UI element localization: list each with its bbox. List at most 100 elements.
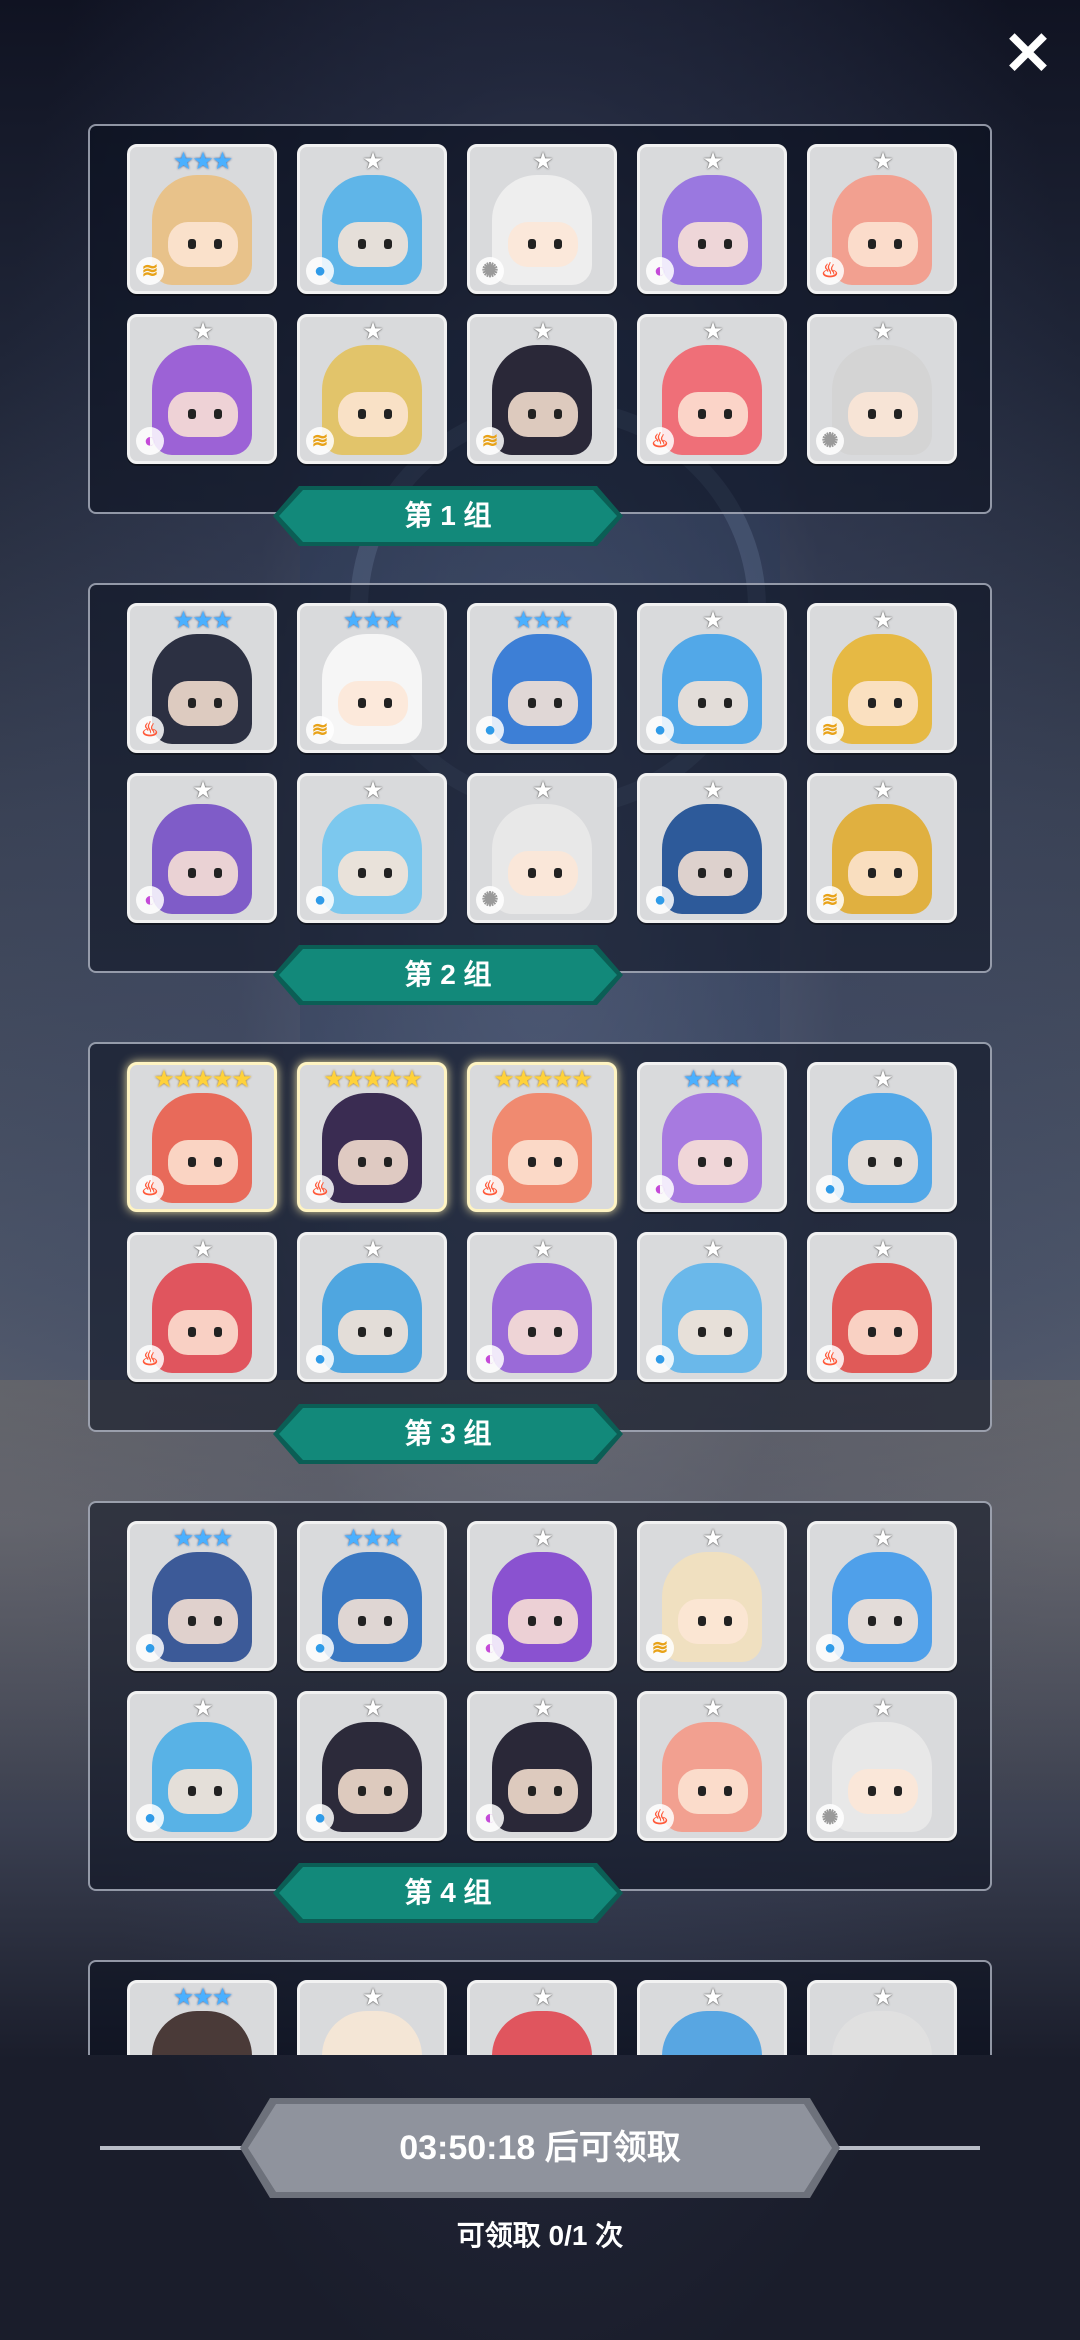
hero-face <box>168 681 238 726</box>
hero-card[interactable]: ★★★ ● <box>297 1521 447 1671</box>
hero-card[interactable]: ★♨ <box>127 1232 277 1382</box>
hero-face <box>168 392 238 437</box>
light-element-icon: ✺ <box>476 257 504 285</box>
hero-face <box>168 1140 238 1185</box>
hero-card[interactable]: ★♨ <box>637 314 787 464</box>
hero-card[interactable]: ★● <box>637 773 787 923</box>
hero-card[interactable]: ★★★★★ ♨ <box>297 1062 447 1212</box>
hero-card[interactable]: ★● <box>807 1062 957 1212</box>
hero-eye <box>528 409 536 419</box>
hero-face <box>848 222 918 267</box>
close-icon[interactable]: ✕ <box>1000 24 1056 84</box>
hero-eye <box>698 1157 706 1167</box>
hero-eye <box>554 1327 562 1337</box>
hero-card[interactable]: ★✺ <box>807 314 957 464</box>
water-element-icon: ● <box>476 716 504 744</box>
star-rating-icon: ★★★ <box>172 1984 234 2011</box>
hero-eye <box>868 1157 876 1167</box>
hero-card[interactable]: ★♨ <box>467 1980 617 2055</box>
group-label-text: 第 1 组 <box>404 500 492 531</box>
hero-card[interactable]: ★★★ ◐ <box>637 1062 787 1212</box>
hero-card[interactable]: ★♨ <box>637 1691 787 1841</box>
star-rating-icon: ★ <box>702 148 724 175</box>
hero-card[interactable]: ★✺ <box>467 144 617 294</box>
wind-element-icon: ≋ <box>476 427 504 455</box>
hero-eye <box>894 1786 902 1796</box>
hero-card[interactable]: ★● <box>297 773 447 923</box>
hero-card[interactable]: ★≋ <box>467 314 617 464</box>
hero-eye <box>358 1157 366 1167</box>
hero-card[interactable]: ★★★≋ <box>127 1980 277 2055</box>
hero-face <box>168 222 238 267</box>
hero-face <box>848 681 918 726</box>
hero-face <box>678 1769 748 1814</box>
hero-eye <box>358 1327 366 1337</box>
hero-eye <box>528 868 536 878</box>
hero-card[interactable]: ★● <box>637 1980 787 2055</box>
hero-group-4: ★★★ ● ★★★ ● ★ ◐ ★ ≋ ★ ● ★ ● ★ ● ★ ◐ ★ ♨ ★ ✺ <box>88 1501 992 1891</box>
star-rating-icon: ★ <box>192 1236 214 1263</box>
hero-card[interactable]: ★ ◐ <box>127 314 277 464</box>
hero-card[interactable]: ★ ◐ <box>467 1521 617 1671</box>
hero-eye <box>528 1786 536 1796</box>
group-label: 第 1 组 <box>273 486 623 546</box>
star-rating-icon: ★ <box>872 1984 894 2011</box>
hero-card[interactable]: ★★★★★ ♨ <box>127 1062 277 1212</box>
hero-eye <box>384 1327 392 1337</box>
hero-card[interactable]: ★✺ <box>467 773 617 923</box>
hero-card[interactable]: ★● <box>297 1691 447 1841</box>
hero-card[interactable]: ★♨ <box>807 1232 957 1382</box>
hero-card[interactable]: ★ ◐ <box>467 1232 617 1382</box>
hero-card[interactable]: ★● <box>297 144 447 294</box>
hero-card[interactable]: ★★★ ● <box>467 603 617 753</box>
hero-card[interactable]: ★≋ <box>297 314 447 464</box>
dark-element-icon: ◐ <box>476 1634 504 1662</box>
fire-element-icon: ♨ <box>476 1175 504 1203</box>
hero-card[interactable]: ★● <box>297 1232 447 1382</box>
hero-card[interactable]: ★ ◐ <box>467 1691 617 1841</box>
hero-card[interactable]: ★● <box>637 603 787 753</box>
wind-element-icon: ≋ <box>646 1634 674 1662</box>
hero-eye <box>188 1327 196 1337</box>
hero-card[interactable]: ★● <box>127 1691 277 1841</box>
hero-card[interactable]: ★ ◐ <box>637 144 787 294</box>
hero-eye <box>894 1157 902 1167</box>
hero-card[interactable]: ★★★ ♨ <box>127 603 277 753</box>
hero-card[interactable]: ★≋ <box>297 1980 447 2055</box>
claim-button[interactable]: 03:50:18 后可领取 <box>240 2098 840 2198</box>
hero-card[interactable]: ★● <box>637 1232 787 1382</box>
hero-card[interactable]: ★★★ ● <box>127 1521 277 1671</box>
group-list[interactable]: ★★★ ≋ ★ ● ★ ✺ ★ ◐ ★ ♨ ★ ◐ ★ ≋ ★ ≋ ★ ♨ ★ ✺ 第 1 组 ★★★ ♨ ★★★ ≋ ★★★ ● ★… <box>0 120 1080 2055</box>
water-element-icon: ● <box>306 1345 334 1373</box>
star-rating-icon: ★ <box>532 1695 554 1722</box>
hero-card[interactable]: ★★★≋ <box>127 144 277 294</box>
hero-card[interactable]: ★★★★★ ♨ <box>467 1062 617 1212</box>
light-element-icon: ✺ <box>816 1804 844 1832</box>
hero-eye <box>214 409 222 419</box>
hero-face <box>168 1769 238 1814</box>
hero-face <box>848 1140 918 1185</box>
hero-card[interactable]: ★✺ <box>807 1980 957 2055</box>
hero-eye <box>384 1786 392 1796</box>
star-rating-icon: ★ <box>702 607 724 634</box>
hero-card[interactable]: ★♨ <box>807 144 957 294</box>
hero-eye <box>894 409 902 419</box>
hero-eye <box>554 239 562 249</box>
group-label: 第 3 组 <box>273 1404 623 1464</box>
star-rating-icon: ★ <box>362 148 384 175</box>
hero-face <box>678 222 748 267</box>
hero-eye <box>528 1157 536 1167</box>
hero-card[interactable]: ★ ◐ <box>127 773 277 923</box>
fire-element-icon: ♨ <box>136 1175 164 1203</box>
hero-card[interactable]: ★✺ <box>807 1691 957 1841</box>
hero-card[interactable]: ★≋ <box>807 603 957 753</box>
hero-card[interactable]: ★≋ <box>807 773 957 923</box>
hero-card[interactable]: ★● <box>807 1521 957 1671</box>
hero-eye <box>214 1157 222 1167</box>
hero-card[interactable]: ★≋ <box>637 1521 787 1671</box>
light-element-icon: ✺ <box>476 886 504 914</box>
hero-eye <box>894 698 902 708</box>
hero-eye <box>868 868 876 878</box>
light-element-icon: ✺ <box>816 427 844 455</box>
hero-card[interactable]: ★★★≋ <box>297 603 447 753</box>
